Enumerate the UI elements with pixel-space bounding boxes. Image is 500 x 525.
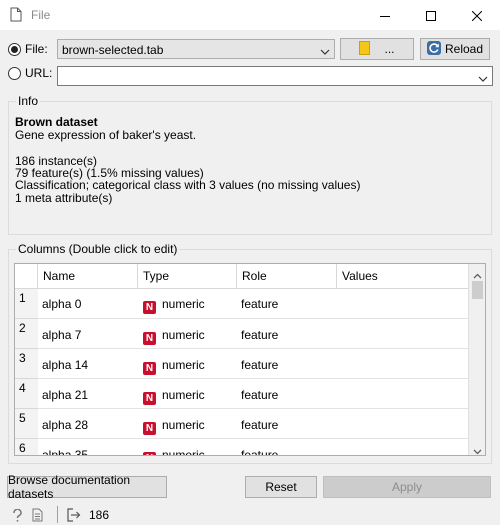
url-input[interactable]: [57, 66, 493, 86]
cell-type-label: numeric: [162, 448, 205, 456]
table-row[interactable]: alpha 28 Nnumeric feature: [38, 409, 469, 439]
info-meta: 1 meta attribute(s): [15, 191, 113, 205]
maximize-button[interactable]: [408, 0, 454, 31]
cell-type[interactable]: Nnumeric: [143, 328, 205, 345]
chevron-up-icon[interactable]: [473, 268, 482, 282]
chevron-down-icon: [478, 72, 488, 86]
cell-type-label: numeric: [162, 388, 205, 402]
info-title: Info: [16, 94, 41, 108]
cell-type-label: numeric: [162, 358, 205, 372]
table-row[interactable]: alpha 0 Nnumeric feature: [38, 289, 469, 319]
window-title: File: [31, 8, 51, 22]
row-number: 2: [15, 319, 38, 349]
dataset-description: Gene expression of baker's yeast.: [15, 128, 197, 142]
columns-title: Columns (Double click to edit): [16, 242, 180, 256]
cell-type-label: numeric: [162, 418, 205, 432]
url-radio[interactable]: [8, 67, 21, 80]
cell-type[interactable]: Nnumeric: [143, 388, 205, 405]
file-combo[interactable]: brown-selected.tab: [57, 39, 335, 59]
columns-table[interactable]: Name Type Role Values 1 alpha 0 Nnumeric…: [14, 263, 486, 456]
column-header-name[interactable]: Name: [38, 264, 138, 289]
column-header-values[interactable]: Values: [337, 264, 469, 289]
cell-role[interactable]: feature: [241, 358, 278, 372]
cell-role[interactable]: feature: [241, 448, 278, 455]
reload-label: Reload: [444, 42, 484, 56]
row-number: 6: [15, 439, 38, 455]
file-icon: [10, 7, 22, 25]
url-source-row: URL:: [0, 66, 500, 88]
maximize-icon: [426, 10, 436, 21]
table-row[interactable]: alpha 7 Nnumeric feature: [38, 319, 469, 349]
cell-role[interactable]: feature: [241, 418, 278, 432]
minimize-button[interactable]: [362, 0, 408, 31]
scrollbar-thumb[interactable]: [472, 281, 483, 299]
reload-icon: [426, 40, 441, 58]
cell-name: alpha 28: [42, 418, 89, 432]
url-label: URL:: [25, 66, 53, 80]
close-icon: [472, 10, 482, 21]
table-row[interactable]: alpha 21 Nnumeric feature: [38, 379, 469, 409]
cell-name: alpha 14: [42, 358, 89, 372]
cell-role[interactable]: feature: [241, 297, 278, 311]
cell-name: alpha 21: [42, 388, 89, 402]
numeric-type-icon: N: [143, 362, 156, 375]
reset-button[interactable]: Reset: [245, 476, 317, 498]
row-number: 4: [15, 379, 38, 409]
minimize-icon: [380, 11, 390, 21]
cell-type[interactable]: Nnumeric: [143, 297, 205, 314]
row-number: 5: [15, 409, 38, 439]
folder-icon: [359, 40, 371, 58]
browse-file-button[interactable]: ...: [340, 38, 414, 60]
browse-documentation-button[interactable]: Browse documentation datasets: [7, 473, 167, 501]
report-icon[interactable]: [32, 508, 43, 525]
output-count: 186: [89, 508, 110, 522]
row-number: 1: [15, 289, 38, 319]
status-bar: 186: [0, 504, 500, 525]
title-bar: File: [0, 0, 500, 31]
table-row[interactable]: alpha 35 Nnumeric feature: [38, 439, 469, 456]
help-icon[interactable]: [12, 508, 23, 525]
file-source-row: File: brown-selected.tab ... Reload: [0, 38, 500, 62]
output-icon: [67, 508, 81, 525]
numeric-type-icon: N: [143, 301, 156, 314]
browse-file-label: ...: [384, 42, 395, 56]
cell-name: alpha 35: [42, 448, 89, 456]
table-scrollbar[interactable]: [468, 264, 485, 455]
file-radio[interactable]: [8, 43, 21, 56]
reload-button[interactable]: Reload: [420, 38, 490, 60]
chevron-down-icon: [320, 45, 330, 59]
table-row[interactable]: alpha 14 Nnumeric feature: [38, 349, 469, 379]
numeric-type-icon: N: [143, 392, 156, 405]
close-button[interactable]: [454, 0, 500, 31]
cell-type[interactable]: Nnumeric: [143, 358, 205, 375]
numeric-type-icon: N: [143, 452, 156, 455]
file-combo-value: brown-selected.tab: [62, 43, 164, 57]
cell-type-label: numeric: [162, 328, 205, 342]
row-number: 3: [15, 349, 38, 379]
column-header-role[interactable]: Role: [237, 264, 337, 289]
cell-name: alpha 0: [42, 297, 82, 311]
status-divider: [57, 506, 58, 523]
numeric-type-icon: N: [143, 332, 156, 345]
cell-role[interactable]: feature: [241, 388, 278, 402]
chevron-down-icon[interactable]: [473, 444, 482, 455]
corner-header: [15, 264, 38, 289]
cell-name: alpha 7: [42, 328, 82, 342]
cell-type-label: numeric: [162, 297, 205, 311]
cell-role[interactable]: feature: [241, 328, 278, 342]
cell-type[interactable]: Nnumeric: [143, 418, 205, 435]
file-label: File:: [25, 42, 48, 56]
cell-type[interactable]: Nnumeric: [143, 448, 205, 456]
column-header-type[interactable]: Type: [138, 264, 237, 289]
numeric-type-icon: N: [143, 422, 156, 435]
apply-button: Apply: [323, 476, 491, 498]
